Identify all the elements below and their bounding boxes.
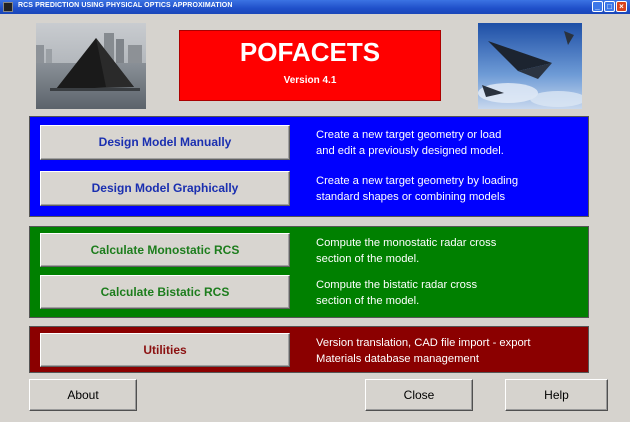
minimize-button[interactable]: _	[592, 1, 603, 12]
title-bar: RCS PREDICTION USING PHYSICAL OPTICS APP…	[0, 0, 630, 14]
stealth-ship-image	[36, 23, 146, 109]
calculate-bistatic-desc-line-2: section of the model.	[316, 295, 420, 307]
utilities-desc-line-2: Materials database management	[316, 353, 479, 365]
calculate-bistatic-desc: Compute the bistatic radar cross section…	[316, 277, 477, 309]
utilities-desc-line-1: Version translation, CAD file import - e…	[316, 337, 531, 349]
app-version: Version 4.1	[283, 75, 337, 86]
calculate-panel: Calculate Monostatic RCS Compute the mon…	[29, 226, 589, 318]
window-title: RCS PREDICTION USING PHYSICAL OPTICS APP…	[18, 2, 233, 9]
utilities-panel: Utilities Version translation, CAD file …	[29, 326, 589, 373]
app-banner: POFACETS Version 4.1	[179, 30, 441, 101]
design-manually-desc-line-1: Create a new target geometry or load	[316, 129, 502, 141]
stealth-aircraft-image	[478, 23, 582, 109]
calculate-monostatic-desc-line-2: section of the model.	[316, 253, 420, 265]
design-graphically-desc: Create a new target geometry by loading …	[316, 173, 518, 205]
calculate-bistatic-button[interactable]: Calculate Bistatic RCS	[40, 275, 290, 309]
calculate-monostatic-button[interactable]: Calculate Monostatic RCS	[40, 233, 290, 267]
app-title: POFACETS	[239, 37, 381, 67]
about-button[interactable]: About	[29, 379, 137, 411]
design-manually-button[interactable]: Design Model Manually	[40, 125, 290, 160]
design-graphically-desc-line-1: Create a new target geometry by loading	[316, 175, 519, 187]
design-panel: Design Model Manually Create a new targe…	[29, 116, 589, 217]
utilities-button[interactable]: Utilities	[40, 333, 290, 367]
design-manually-desc: Create a new target geometry or load and…	[316, 127, 504, 159]
maximize-button[interactable]: □	[604, 1, 615, 12]
design-graphically-desc-line-2: standard shapes or combining models	[316, 191, 506, 203]
help-button[interactable]: Help	[505, 379, 608, 411]
close-button[interactable]: Close	[365, 379, 473, 411]
main-window: RCS PREDICTION USING PHYSICAL OPTICS APP…	[0, 0, 630, 422]
calculate-bistatic-desc-line-1: Compute the bistatic radar cross	[316, 279, 478, 291]
app-icon	[3, 2, 13, 12]
calculate-monostatic-desc-line-1: Compute the monostatic radar cross	[316, 237, 497, 249]
calculate-monostatic-desc: Compute the monostatic radar cross secti…	[316, 235, 496, 267]
design-graphically-button[interactable]: Design Model Graphically	[40, 171, 290, 206]
utilities-desc: Version translation, CAD file import - e…	[316, 335, 531, 367]
design-manually-desc-line-2: and edit a previously designed model.	[316, 145, 504, 157]
close-window-button[interactable]: ×	[616, 1, 627, 12]
